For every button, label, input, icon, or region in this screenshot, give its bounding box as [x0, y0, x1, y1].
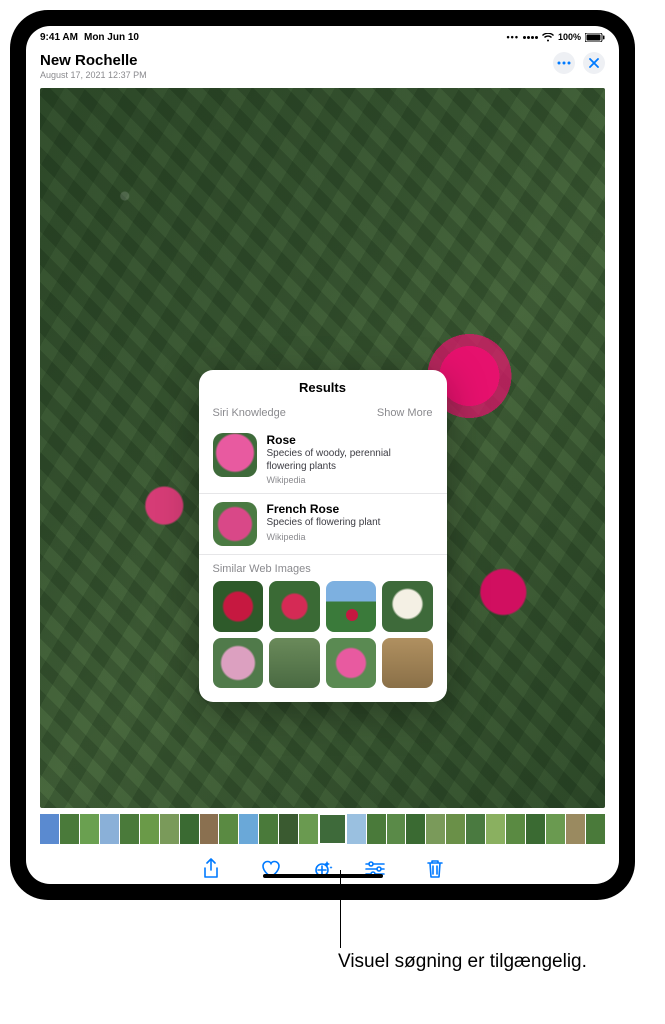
- visual-lookup-button[interactable]: [310, 856, 336, 882]
- similar-image[interactable]: [326, 638, 377, 689]
- similar-images-grid: [199, 581, 447, 702]
- filmstrip-thumb[interactable]: [299, 814, 318, 844]
- ipad-device-frame: 9:41 AM Mon Jun 10 ••• 100% New Rochelle: [10, 10, 635, 900]
- filmstrip-thumb[interactable]: [387, 814, 406, 844]
- app-header: New Rochelle August 17, 2021 12:37 PM: [26, 46, 619, 84]
- filmstrip-thumb[interactable]: [259, 814, 278, 844]
- close-button[interactable]: [583, 52, 605, 74]
- ellipsis-icon: •••: [507, 32, 519, 42]
- filmstrip-thumb[interactable]: [200, 814, 219, 844]
- filmstrip-thumb[interactable]: [219, 814, 238, 844]
- result-name: Rose: [267, 433, 433, 447]
- photo-viewport[interactable]: Results Siri Knowledge Show More Rose Sp…: [40, 88, 605, 808]
- filmstrip-thumb[interactable]: [566, 814, 585, 844]
- filmstrip-thumb[interactable]: [60, 814, 79, 844]
- status-bar: 9:41 AM Mon Jun 10 ••• 100%: [26, 26, 619, 46]
- favorite-button[interactable]: [258, 856, 284, 882]
- status-time: 9:41 AM: [40, 32, 78, 43]
- result-name: French Rose: [267, 502, 381, 516]
- filmstrip-thumb[interactable]: [239, 814, 258, 844]
- filmstrip-thumb[interactable]: [546, 814, 565, 844]
- filmstrip-thumb[interactable]: [279, 814, 298, 844]
- filmstrip-thumb[interactable]: [586, 814, 605, 844]
- battery-icon: [585, 33, 605, 42]
- filmstrip-thumb[interactable]: [406, 814, 425, 844]
- filmstrip-thumb[interactable]: [160, 814, 179, 844]
- show-more-button[interactable]: Show More: [377, 407, 433, 419]
- home-indicator[interactable]: [263, 874, 383, 878]
- callout-leader-line: [340, 870, 341, 948]
- result-source: Wikipedia: [267, 532, 381, 542]
- result-thumbnail: [213, 433, 257, 477]
- wifi-icon: [542, 33, 554, 42]
- similar-image[interactable]: [382, 581, 433, 632]
- photo-filmstrip[interactable]: [40, 814, 605, 844]
- filmstrip-thumb[interactable]: [367, 814, 386, 844]
- similar-image[interactable]: [382, 638, 433, 689]
- similar-image[interactable]: [213, 581, 264, 632]
- callout-text: Visuel søgning er tilgængelig.: [338, 950, 588, 975]
- cellular-signal-icon: [523, 36, 538, 39]
- visual-lookup-results-card: Results Siri Knowledge Show More Rose Sp…: [199, 370, 447, 702]
- result-description: Species of woody, perennial flowering pl…: [267, 448, 433, 473]
- battery-percent: 100%: [558, 32, 581, 42]
- filmstrip-thumb[interactable]: [80, 814, 99, 844]
- result-item-rose[interactable]: Rose Species of woody, perennial floweri…: [199, 425, 447, 494]
- filmstrip-thumb[interactable]: [100, 814, 119, 844]
- similar-image[interactable]: [269, 638, 320, 689]
- result-description: Species of flowering plant: [267, 517, 381, 530]
- filmstrip-thumb[interactable]: [120, 814, 139, 844]
- filmstrip-thumb[interactable]: [446, 814, 465, 844]
- filmstrip-thumb[interactable]: [140, 814, 159, 844]
- similar-images-label: Similar Web Images: [199, 555, 447, 581]
- edit-button[interactable]: [362, 856, 388, 882]
- status-date: Mon Jun 10: [84, 32, 139, 43]
- filmstrip-thumb[interactable]: [506, 814, 525, 844]
- siri-knowledge-label: Siri Knowledge: [213, 407, 286, 419]
- ipad-screen: 9:41 AM Mon Jun 10 ••• 100% New Rochelle: [26, 26, 619, 884]
- result-item-french-rose[interactable]: French Rose Species of flowering plant W…: [199, 494, 447, 555]
- bottom-toolbar: [26, 844, 619, 884]
- filmstrip-thumb[interactable]: [347, 814, 366, 844]
- results-title: Results: [199, 370, 447, 403]
- photo-location-title: New Rochelle: [40, 52, 147, 69]
- filmstrip-thumb-selected[interactable]: [319, 814, 346, 844]
- filmstrip-thumb[interactable]: [426, 814, 445, 844]
- similar-image[interactable]: [213, 638, 264, 689]
- similar-image[interactable]: [269, 581, 320, 632]
- filmstrip-thumb[interactable]: [526, 814, 545, 844]
- photo-datetime: August 17, 2021 12:37 PM: [40, 70, 147, 80]
- result-source: Wikipedia: [267, 475, 433, 485]
- similar-image[interactable]: [326, 581, 377, 632]
- share-button[interactable]: [198, 856, 224, 882]
- result-thumbnail: [213, 502, 257, 546]
- delete-button[interactable]: [422, 856, 448, 882]
- filmstrip-thumb[interactable]: [486, 814, 505, 844]
- filmstrip-thumb[interactable]: [180, 814, 199, 844]
- more-button[interactable]: [553, 52, 575, 74]
- filmstrip-thumb[interactable]: [466, 814, 485, 844]
- filmstrip-thumb[interactable]: [40, 814, 59, 844]
